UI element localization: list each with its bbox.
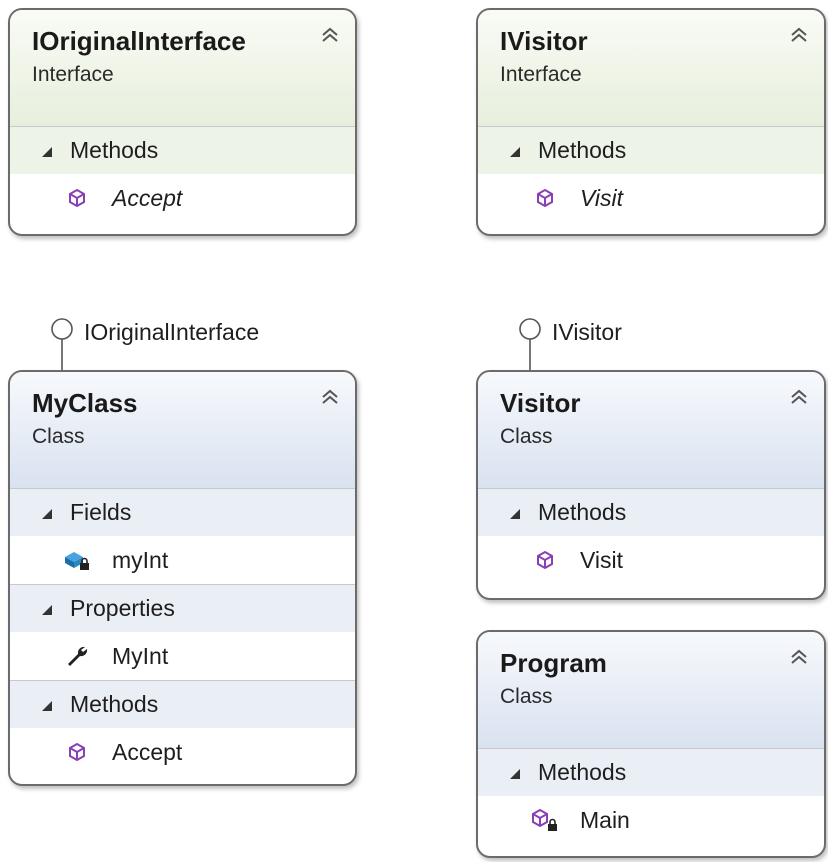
member-name: Visit [580, 184, 624, 211]
visitor-shape[interactable]: Visitor Class Methods Visit [476, 370, 826, 600]
double-chevron-up-icon[interactable] [321, 26, 339, 44]
section-methods[interactable]: Methods [478, 126, 824, 174]
shape-kind: Class [500, 685, 553, 708]
section-label: Methods [538, 759, 627, 785]
expanded-triangle-icon [510, 508, 520, 519]
method-icon [60, 185, 94, 211]
shape-kind: Class [500, 425, 553, 448]
wrench-icon [60, 643, 94, 669]
member-row[interactable]: Accept [10, 174, 355, 222]
section-label: Methods [538, 499, 627, 525]
program-shape[interactable]: Program Class Methods Main [476, 630, 826, 858]
member-row[interactable]: Visit [478, 536, 824, 584]
expanded-triangle-icon [42, 508, 52, 519]
shape-kind: Interface [32, 63, 114, 86]
lollipop-label: IVisitor [552, 319, 622, 345]
member-row[interactable]: MyInt [10, 632, 355, 680]
method-icon [528, 547, 562, 573]
expanded-triangle-icon [42, 700, 52, 711]
field-lock-icon [60, 547, 94, 573]
member-row[interactable]: Main [478, 796, 824, 844]
section-methods[interactable]: Methods [478, 488, 824, 536]
shape-kind: Class [32, 425, 85, 448]
expanded-triangle-icon [510, 768, 520, 779]
member-row[interactable]: Accept [10, 728, 355, 776]
lollipop-label: IOriginalInterface [84, 319, 260, 345]
expanded-triangle-icon [42, 146, 52, 157]
method-icon [60, 739, 94, 765]
expanded-triangle-icon [510, 146, 520, 157]
double-chevron-up-icon[interactable] [790, 648, 808, 666]
shape-header: MyClass Class [10, 372, 355, 488]
section-methods[interactable]: Methods [10, 680, 355, 728]
section-label: Methods [70, 137, 159, 163]
method-icon [528, 185, 562, 211]
section-methods[interactable]: Methods [10, 126, 355, 174]
member-name: myInt [112, 546, 169, 573]
double-chevron-up-icon[interactable] [790, 388, 808, 406]
member-name: Accept [112, 738, 183, 765]
shape-header: Program Class [478, 632, 824, 748]
shape-kind: Interface [500, 63, 582, 86]
member-name: Visit [580, 546, 624, 573]
section-label: Fields [70, 499, 132, 525]
shape-title: MyClass [32, 388, 138, 418]
member-name: Accept [112, 184, 183, 211]
lollipop-icon [519, 318, 541, 373]
interface-lollipop-ivisitor: IVisitor [518, 317, 622, 373]
section-label: Methods [538, 137, 627, 163]
double-chevron-up-icon[interactable] [790, 26, 808, 44]
ioriginalinterface-shape[interactable]: IOriginalInterface Interface Methods Acc… [8, 8, 357, 236]
private-method-icon [528, 807, 562, 833]
section-label: Properties [70, 595, 175, 621]
shape-title: Visitor [500, 388, 581, 418]
member-name: MyInt [112, 642, 169, 669]
member-row[interactable]: Visit [478, 174, 824, 222]
section-label: Methods [70, 691, 159, 717]
section-methods[interactable]: Methods [478, 748, 824, 796]
expanded-triangle-icon [42, 604, 52, 615]
myclass-shape[interactable]: MyClass Class Fields myInt Properties My… [8, 370, 357, 786]
section-properties[interactable]: Properties [10, 584, 355, 632]
shape-title: Program [500, 648, 607, 678]
section-fields[interactable]: Fields [10, 488, 355, 536]
shape-title: IVisitor [500, 26, 588, 56]
double-chevron-up-icon[interactable] [321, 388, 339, 406]
shape-header: Visitor Class [478, 372, 824, 488]
lollipop-icon [51, 318, 73, 373]
shape-title: IOriginalInterface [32, 26, 246, 56]
ivisitor-shape[interactable]: IVisitor Interface Methods Visit [476, 8, 826, 236]
shape-header: IOriginalInterface Interface [10, 10, 355, 126]
shape-header: IVisitor Interface [478, 10, 824, 126]
member-row[interactable]: myInt [10, 536, 355, 584]
member-name: Main [580, 806, 630, 833]
interface-lollipop-ioriginalinterface: IOriginalInterface [50, 317, 259, 373]
